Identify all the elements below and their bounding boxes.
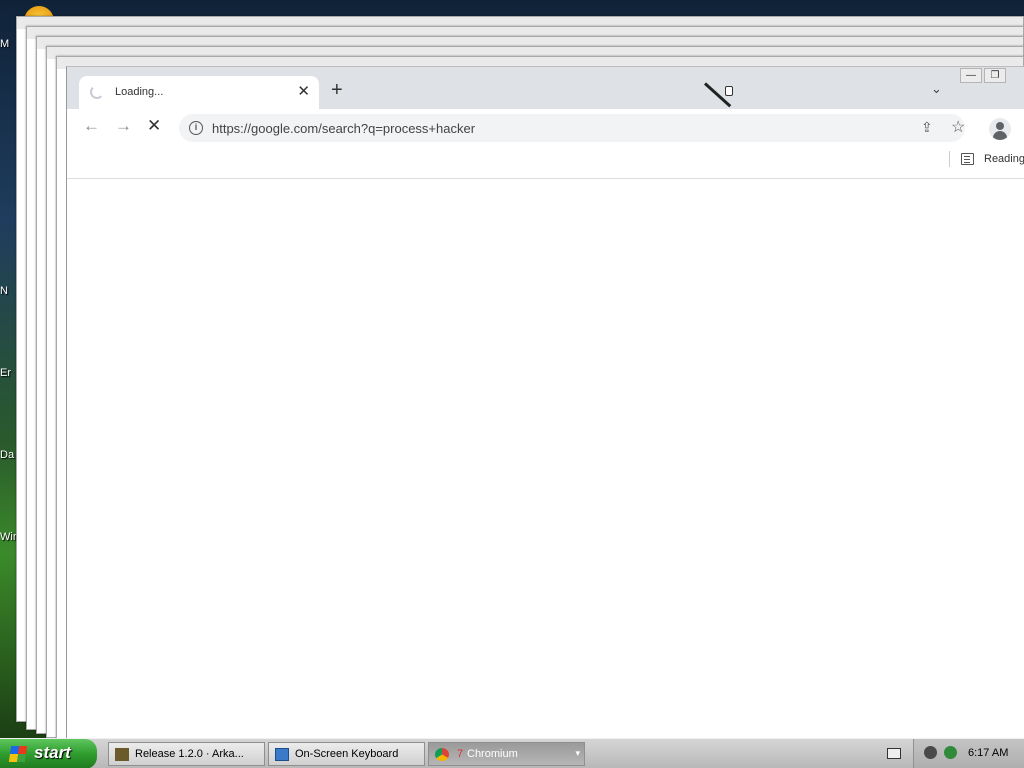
clock[interactable]: 6:17 AM bbox=[968, 747, 1008, 759]
tab-strip: Loading... ✕ + ⌄ — ❐ bbox=[67, 67, 1024, 109]
desktop-icon-label[interactable]: Er bbox=[0, 367, 16, 379]
security-tray-icon[interactable] bbox=[944, 746, 957, 759]
taskbar-button-release[interactable]: Release 1.2.0 · Arka... bbox=[108, 742, 265, 766]
taskbar-button-label: On-Screen Keyboard bbox=[295, 748, 399, 760]
url-text[interactable]: https://google.com/search?q=process+hack… bbox=[212, 121, 475, 136]
tab-search-icon[interactable]: ⌄ bbox=[931, 81, 942, 97]
taskbar-button-keyboard[interactable]: On-Screen Keyboard bbox=[268, 742, 425, 766]
chevron-down-icon: ▾ bbox=[575, 748, 580, 758]
tab-close-icon[interactable]: ✕ bbox=[297, 82, 310, 100]
windows-logo-icon bbox=[8, 746, 28, 762]
start-button[interactable]: start bbox=[0, 739, 97, 768]
tab-title: Loading... bbox=[115, 86, 164, 98]
desktop-icon-label[interactable]: Wir bbox=[0, 531, 16, 543]
back-icon[interactable]: ← bbox=[83, 117, 100, 135]
forward-icon[interactable]: → bbox=[115, 117, 132, 135]
cursor-tip-icon bbox=[725, 86, 733, 96]
tab-loading[interactable]: Loading... ✕ bbox=[79, 76, 319, 109]
network-tray-icon[interactable] bbox=[924, 746, 937, 759]
desktop-icon-label[interactable]: Da bbox=[0, 449, 16, 461]
site-info-icon[interactable]: i bbox=[189, 121, 203, 135]
restore-button[interactable]: ❐ bbox=[984, 68, 1006, 83]
start-label: start bbox=[34, 743, 71, 762]
window-controls: — ❐ bbox=[960, 68, 1006, 84]
address-bar[interactable]: i https://google.com/search?q=process+ha… bbox=[179, 114, 965, 142]
new-tab-button[interactable]: + bbox=[331, 80, 343, 100]
taskbar-group-count: 7 bbox=[457, 748, 464, 760]
desktop-icon-label[interactable]: N bbox=[0, 285, 16, 297]
profile-avatar-icon[interactable] bbox=[989, 118, 1011, 140]
toolbar: ← → ✕ i https://google.com/search?q=proc… bbox=[67, 109, 1024, 145]
chromium-app-icon bbox=[435, 748, 449, 761]
system-tray: 6:17 AM bbox=[913, 739, 1024, 768]
bookmark-divider bbox=[949, 151, 950, 167]
taskbar: start Release 1.2.0 · Arka... On-Screen … bbox=[0, 738, 1024, 768]
arkanoid-app-icon bbox=[115, 748, 129, 761]
share-icon[interactable]: ⇪ bbox=[921, 119, 933, 136]
bookmark-bar: Reading bbox=[67, 145, 1024, 179]
taskbar-button-label: Release 1.2.0 · Arka... bbox=[135, 748, 244, 760]
loading-spinner-icon bbox=[90, 85, 104, 99]
stop-loading-icon[interactable]: ✕ bbox=[147, 117, 161, 135]
bookmark-star-icon[interactable]: ☆ bbox=[951, 117, 965, 137]
taskbar-button-chromium[interactable]: 7 Chromium ▾ bbox=[428, 742, 585, 766]
page-content bbox=[67, 179, 1024, 739]
chromium-window: Loading... ✕ + ⌄ — ❐ ← → ✕ i https://goo… bbox=[66, 66, 1024, 739]
reading-list-icon[interactable] bbox=[961, 153, 974, 165]
keyboard-tray-icon[interactable] bbox=[887, 748, 901, 759]
minimize-button[interactable]: — bbox=[960, 68, 982, 83]
taskbar-button-label: Chromium bbox=[467, 748, 518, 760]
desktop-icon-label[interactable]: M bbox=[0, 38, 16, 50]
reading-list-button[interactable]: Reading bbox=[984, 153, 1024, 165]
keyboard-app-icon bbox=[275, 748, 289, 761]
